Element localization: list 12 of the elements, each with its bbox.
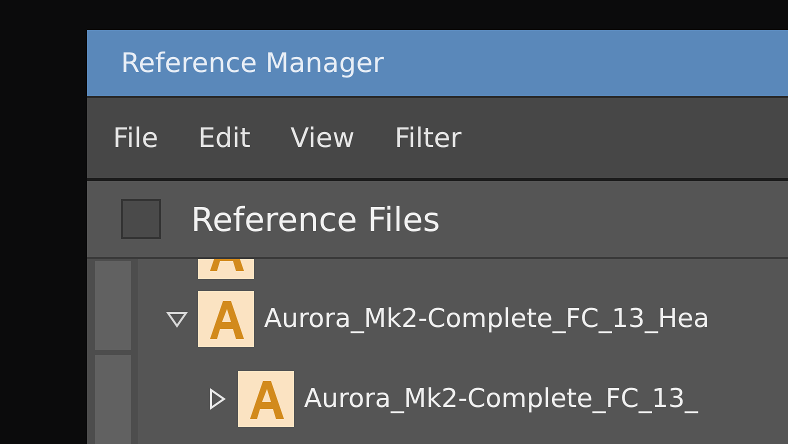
menu-item[interactable]: Edit [198,122,250,154]
menu-item[interactable]: Filter [394,122,462,154]
window-title: Reference Manager [87,30,788,96]
reference-file-name[interactable]: Aurora_Mk2-Complete_FC_13_ [304,384,698,414]
letter-a-logo-icon [238,371,294,427]
reference-file-name[interactable]: Aurora_Mk2-Complete_FC_13_Hea [264,304,710,334]
letter-a-logo-icon [198,291,254,347]
letter-a-logo-icon [198,259,254,279]
menu-item[interactable]: View [290,122,355,154]
menu-item[interactable]: File [113,122,158,154]
section-title: Reference Files [191,200,440,238]
checkbox[interactable] [121,199,161,239]
